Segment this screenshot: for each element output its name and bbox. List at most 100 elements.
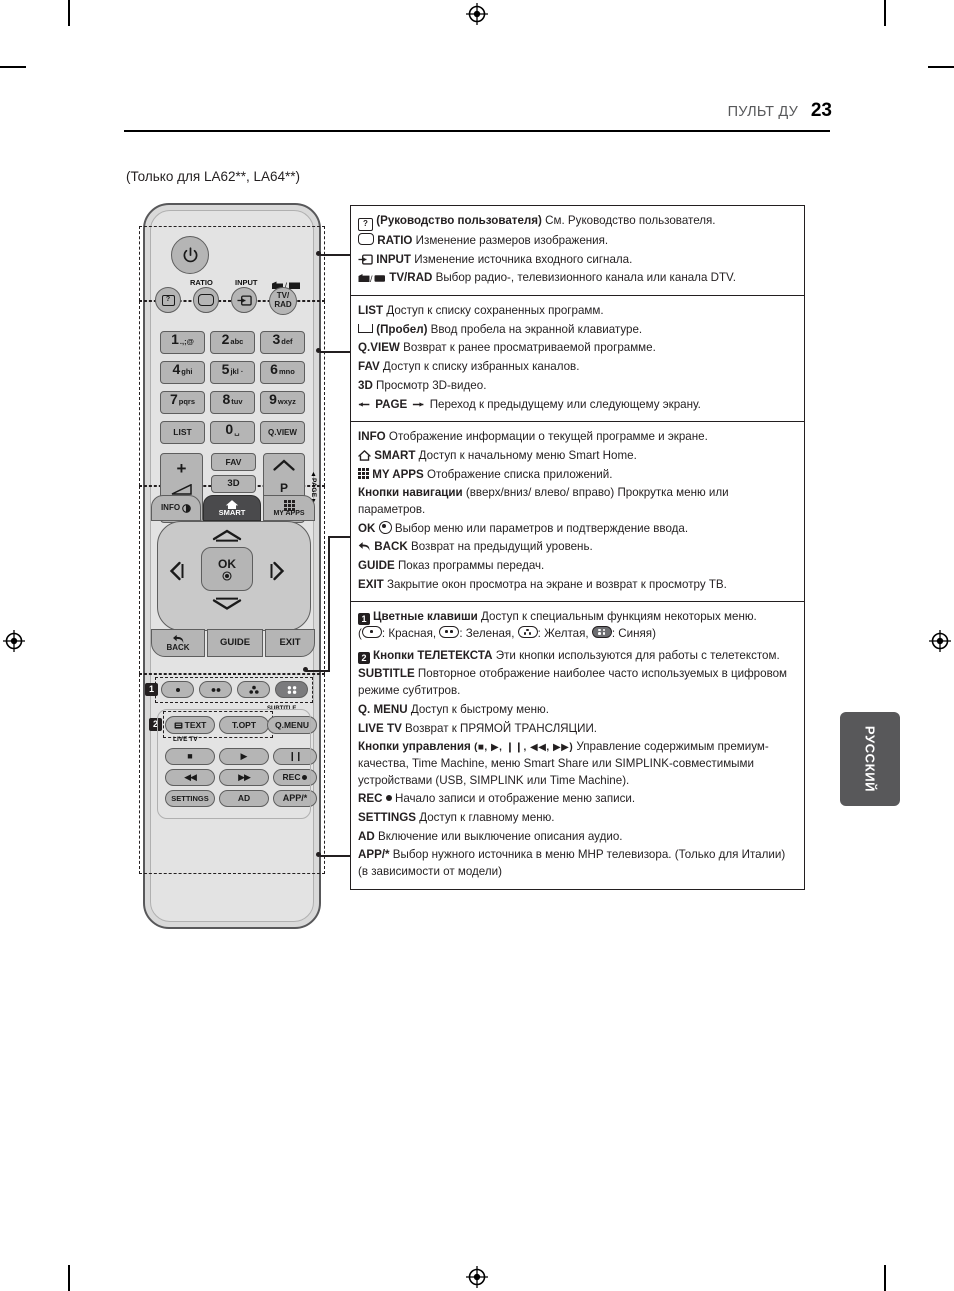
color-key-red[interactable] (161, 681, 194, 698)
row-ok-bold: OK (358, 521, 376, 535)
rec-button[interactable]: REC (273, 769, 317, 786)
guide-button[interactable]: GUIDE (207, 629, 263, 657)
settings-button[interactable]: SETTINGS (165, 790, 215, 807)
color-name-yellow: : Желтая, (537, 627, 592, 641)
group-badge-2-label: 2 (152, 719, 158, 729)
key-2-letters: abc (230, 337, 244, 346)
play-button[interactable]: ▶ (219, 748, 269, 765)
description-table: ? (Руководство пользователя) См. Руковод… (350, 205, 805, 890)
key-3[interactable]: 3 def (260, 331, 305, 354)
row-rec: REC Начало записи и отображение меню зап… (358, 791, 797, 808)
registration-mark-left (3, 630, 25, 652)
ratio-caption: RATIO (190, 278, 213, 287)
key-8[interactable]: 8 tuv (210, 391, 255, 414)
info-button-main[interactable]: INFO (151, 495, 201, 521)
row-myapps-bold: MY APPS (372, 467, 424, 481)
key-4[interactable]: 4 ghi (160, 361, 205, 384)
key-8-letters: tuv (231, 397, 243, 406)
row-tvrad-bold: TV/RAD (389, 271, 433, 285)
section-4: 1 Цветные клавиши Доступ к специальным фу… (351, 602, 804, 888)
stop-button[interactable]: ■ (165, 748, 215, 765)
qmenu-button[interactable]: Q.MENU (267, 716, 317, 734)
row-settings: SETTINGS Доступ к главному меню. (358, 810, 797, 827)
key-7-letters: pqrs (178, 397, 196, 406)
key-2[interactable]: 2 abc (210, 331, 255, 354)
app-button[interactable]: APP/* (273, 790, 317, 807)
text-button[interactable]: TEXT (165, 716, 215, 734)
row-fav: FAV Доступ к списку избранных каналов. (358, 359, 797, 376)
ad-button[interactable]: AD (219, 790, 269, 807)
crop-mark-bottom-right-vertical (884, 1265, 886, 1291)
language-tab-label: РУССКИЙ (862, 725, 878, 793)
back-button[interactable]: BACK (151, 629, 205, 657)
key-6[interactable]: 6 mno (260, 361, 305, 384)
row-back-text: Возврат на предыдущий уровень. (407, 540, 593, 554)
pause-button[interactable]: ❙❙ (273, 748, 317, 765)
list-button[interactable]: LIST (160, 421, 205, 444)
smart-button[interactable]: SMART (203, 495, 261, 521)
dpad-right-icon[interactable] (269, 561, 285, 581)
forward-button[interactable]: ▶▶ (219, 769, 269, 786)
ratio-button[interactable] (193, 287, 219, 313)
row-navigation-bold: Кнопки навигации (358, 486, 463, 500)
key-5-digit: 5 (221, 361, 230, 377)
back-icon (358, 542, 370, 552)
row-space-text: Ввод пробела на экранной клавиатуре. (427, 322, 643, 336)
registration-mark-bottom (466, 1266, 488, 1288)
connector-dot-3 (303, 667, 308, 672)
input-icon (358, 254, 373, 265)
fav-button[interactable]: FAV (211, 453, 256, 471)
row-list: LIST Доступ к списку сохраненных програм… (358, 303, 797, 320)
color-key-red-icon (361, 626, 382, 639)
qmenu-label: Q.MENU (275, 719, 309, 730)
home-icon (358, 450, 371, 461)
row-settings-bold: SETTINGS (358, 810, 416, 824)
row-space: (Пробел) Ввод пробела на экранной клавиа… (358, 322, 797, 339)
exit-button[interactable]: EXIT (265, 629, 315, 657)
myapps-button[interactable]: MY APPS (263, 495, 315, 521)
connector-line-3-top (328, 536, 350, 538)
input-button[interactable] (231, 287, 257, 313)
key-7[interactable]: 7 pqrs (160, 391, 205, 414)
row-qmenu-bold: Q. MENU (358, 702, 408, 716)
color-key-blue[interactable] (275, 681, 308, 698)
key-7-digit: 7 (169, 391, 178, 407)
connector-dot-2 (316, 348, 321, 353)
key-1-digit: 1 (171, 331, 179, 347)
power-button[interactable] (171, 236, 209, 274)
threed-button[interactable]: 3D (211, 475, 256, 493)
dpad-up-icon[interactable] (212, 528, 242, 542)
qview-button[interactable]: Q.VIEW (260, 421, 305, 444)
color-key-green[interactable] (199, 681, 232, 698)
row-help-bold: (Руководство пользователя) (376, 214, 542, 227)
key-5[interactable]: 5 jkl · (210, 361, 255, 384)
color-key-yellow[interactable] (237, 681, 270, 698)
ok-button[interactable]: OK (201, 547, 253, 591)
row-control-keys: Кнопки управления (■, ▶, ❙❙, ◀◀, ▶▶) Упр… (358, 739, 797, 789)
tvrad-button[interactable]: TV/ RAD (269, 287, 297, 315)
key-1[interactable]: 1 .,;@ (160, 331, 205, 354)
rewind-button[interactable]: ◀◀ (165, 769, 215, 786)
connector-line-3-bottom (306, 670, 330, 672)
dpad-down-icon[interactable] (212, 597, 242, 611)
row-control-bold: Кнопки управления (358, 740, 471, 754)
help-button[interactable]: ? (155, 287, 181, 313)
smart-label: SMART (218, 508, 246, 518)
connector-dot-4 (316, 852, 321, 857)
crop-mark-top-right-vertical (884, 0, 886, 26)
connector-line-2 (320, 351, 350, 353)
key-2-digit: 2 (221, 331, 230, 347)
row-list-text: Доступ к списку сохраненных программ. (383, 304, 604, 318)
key-0[interactable]: 0 ␣ (210, 421, 255, 444)
row-help-text: См. Руководство пользователя. (541, 214, 716, 227)
model-note: (Только для LA62**, LA64**) (126, 169, 301, 184)
volume-up-icon[interactable]: + (177, 460, 187, 477)
key-9[interactable]: 9 wxyz (260, 391, 305, 414)
key-9-digit: 9 (269, 391, 277, 407)
color-key-green-icon (439, 626, 460, 639)
topt-button[interactable]: T.OPT (219, 716, 269, 734)
row-color-keys-bold: Цветные клавиши (373, 610, 478, 624)
row-3d-bold: 3D (358, 378, 373, 392)
dpad-left-icon[interactable] (169, 561, 185, 581)
key-3-digit: 3 (272, 331, 281, 347)
